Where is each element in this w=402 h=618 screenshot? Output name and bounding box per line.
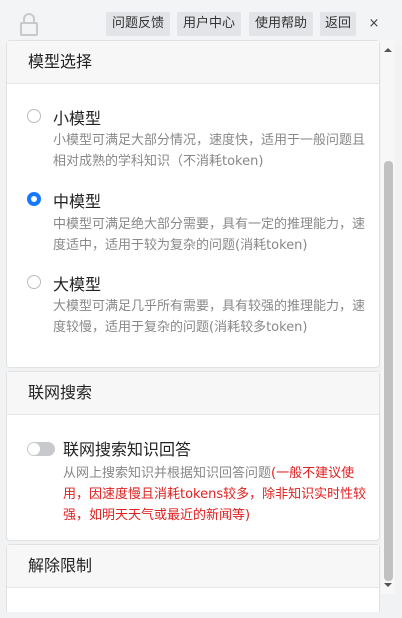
- close-button[interactable]: ×: [363, 12, 385, 36]
- web-search-desc: 从网上搜索知识并根据知识回答问题(一般不建议使用，因速度慢且消耗tokens较多…: [63, 463, 371, 526]
- model-option-title: 小模型: [53, 109, 102, 128]
- scroll-up-icon[interactable]: [383, 45, 393, 55]
- settings-panel: 模型选择 小模型 小模型可满足大部分情况，速度快，适用于一般问题且相对成熟的学科…: [6, 40, 381, 612]
- toggle-knob: [28, 443, 40, 455]
- web-search-toggle[interactable]: [27, 442, 55, 456]
- lock-icon[interactable]: [18, 12, 40, 36]
- scroll-down-icon[interactable]: [383, 580, 393, 590]
- vertical-scrollbar[interactable]: [381, 40, 395, 594]
- back-button[interactable]: 返回: [320, 12, 356, 36]
- web-search-desc-normal: 从网上搜索知识并根据知识回答问题: [63, 466, 272, 481]
- model-option-title: 大模型: [53, 275, 102, 294]
- help-button[interactable]: 使用帮助: [249, 12, 313, 36]
- model-option-title: 中模型: [53, 192, 102, 211]
- unlock-section-title[interactable]: 解除限制: [7, 545, 379, 588]
- web-search-section: 联网搜索 联网搜索知识回答 从网上搜索知识并根据知识回答问题(一般不建议使用，因…: [6, 371, 380, 541]
- user-center-button[interactable]: 用户中心: [177, 12, 241, 36]
- web-search-section-title: 联网搜索: [7, 372, 379, 415]
- scrollbar-thumb[interactable]: [384, 161, 393, 581]
- model-section-title: 模型选择: [7, 41, 379, 84]
- radio-small[interactable]: [27, 109, 41, 123]
- model-option-desc: 小模型可满足大部分情况，速度快，适用于一般问题且相对成熟的学科知识（不消耗tok…: [53, 133, 366, 169]
- web-search-toggle-label: 联网搜索知识回答: [63, 440, 192, 459]
- feedback-button[interactable]: 问题反馈: [106, 12, 170, 36]
- radio-large[interactable]: [27, 275, 41, 289]
- model-section: 模型选择 小模型 小模型可满足大部分情况，速度快，适用于一般问题且相对成熟的学科…: [6, 40, 380, 368]
- radio-medium[interactable]: [27, 192, 41, 206]
- unlock-section: 解除限制: [6, 544, 380, 612]
- model-option-desc: 大模型可满足几乎所有需要，具有较强的推理能力，速度较慢，适用于复杂的问题(消耗较…: [53, 299, 366, 335]
- model-option-desc: 中模型可满足绝大部分需要，具有一定的推理能力，速度适中，适用于较为复杂的问题(消…: [53, 217, 366, 253]
